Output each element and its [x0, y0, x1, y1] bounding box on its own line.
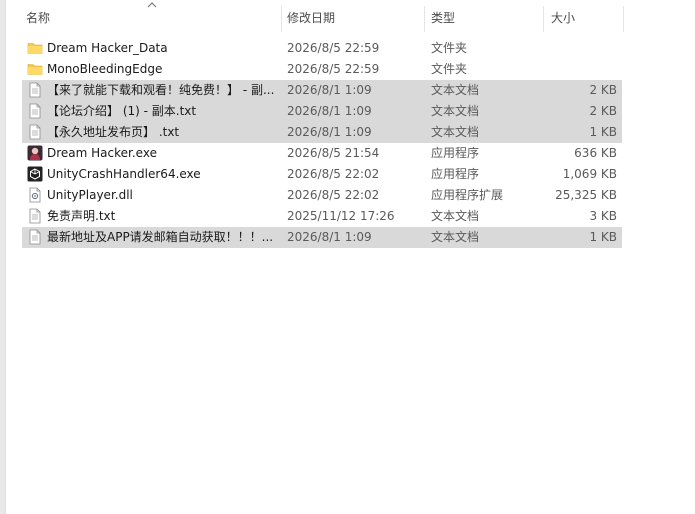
file-date: 2026/8/1 1:09: [287, 125, 372, 139]
file-row[interactable]: Dream Hacker_Data 2026/8/5 22:59 文件夹: [22, 38, 622, 59]
file-size: 3 KB: [589, 209, 617, 223]
file-row[interactable]: 【论坛介绍】 (1) - 副本.txt 2026/8/1 1:09 文本文档 2…: [22, 101, 622, 122]
file-name: 【论坛介绍】 (1) - 副本.txt: [47, 104, 197, 118]
folder-icon: [27, 40, 43, 56]
file-size: 1 KB: [589, 230, 617, 244]
file-row[interactable]: 【永久地址发布页】 .txt 2026/8/1 1:09 文本文档 1 KB: [22, 122, 622, 143]
file-size: 1 KB: [589, 125, 617, 139]
file-date: 2026/8/1 1:09: [287, 104, 372, 118]
file-date: 2026/8/5 22:59: [287, 62, 380, 76]
file-name-cell: 【论坛介绍】 (1) - 副本.txt: [26, 101, 280, 122]
file-type: 文本文档: [431, 209, 480, 223]
column-header-date[interactable]: 修改日期: [283, 6, 424, 32]
file-date: 2026/8/5 21:54: [287, 146, 380, 160]
file-name: UnityPlayer.dll: [47, 188, 133, 202]
dll-file-icon: [27, 187, 43, 203]
file-size: [544, 59, 617, 80]
unity-app-icon: [27, 166, 43, 182]
file-name: 【永久地址发布页】 .txt: [47, 125, 180, 139]
file-name-cell: Dream Hacker_Data: [26, 38, 280, 59]
column-header-name-label: 名称: [26, 11, 51, 25]
file-name-cell: 最新地址及APP请发邮箱自动获取！！！...: [26, 227, 280, 248]
column-divider[interactable]: [424, 6, 425, 32]
file-date: 2025/11/12 17:26: [287, 209, 395, 223]
file-name: MonoBleedingEdge: [47, 62, 163, 76]
column-header-size-label: 大小: [551, 11, 576, 25]
file-size: 636 KB: [574, 146, 617, 160]
column-header-type[interactable]: 类型: [427, 6, 543, 32]
column-header-size[interactable]: 大小: [547, 6, 623, 32]
game-app-icon: [27, 145, 43, 161]
file-type: 应用程序: [431, 167, 480, 181]
column-header-type-label: 类型: [431, 11, 456, 25]
file-type: 文件夹: [431, 41, 468, 55]
file-row[interactable]: MonoBleedingEdge 2026/8/5 22:59 文件夹: [22, 59, 622, 80]
file-type: 文本文档: [431, 230, 480, 244]
file-row[interactable]: UnityCrashHandler64.exe 2026/8/5 22:02 应…: [22, 164, 622, 185]
text-file-icon: [27, 103, 43, 119]
file-name-cell: UnityCrashHandler64.exe: [26, 164, 280, 185]
file-name-cell: 免责声明.txt: [26, 206, 280, 227]
file-list: Dream Hacker_Data 2026/8/5 22:59 文件夹 Mon…: [22, 38, 622, 248]
file-name: Dream Hacker.exe: [47, 146, 157, 160]
file-row[interactable]: UnityPlayer.dll 2026/8/5 22:02 应用程序扩展 25…: [22, 185, 622, 206]
folder-icon: [27, 61, 43, 77]
file-date: 2026/8/5 22:02: [287, 167, 380, 181]
file-type: 应用程序: [431, 146, 480, 160]
file-size: 25,325 KB: [555, 188, 617, 202]
file-name-cell: 【永久地址发布页】 .txt: [26, 122, 280, 143]
file-size: 2 KB: [589, 104, 617, 118]
file-date: 2026/8/1 1:09: [287, 230, 372, 244]
file-row[interactable]: 【来了就能下载和观看！纯免费！】 - 副... 2026/8/1 1:09 文本…: [22, 80, 622, 101]
text-file-icon: [27, 229, 43, 245]
file-name: 免责声明.txt: [47, 209, 116, 223]
file-name-cell: Dream Hacker.exe: [26, 143, 280, 164]
file-name: 最新地址及APP请发邮箱自动获取！！！...: [47, 230, 274, 244]
column-header-date-label: 修改日期: [287, 11, 336, 25]
column-divider[interactable]: [623, 6, 624, 32]
file-size: 2 KB: [589, 83, 617, 97]
file-date: 2026/8/5 22:59: [287, 41, 380, 55]
file-date: 2026/8/5 22:02: [287, 188, 380, 202]
file-row[interactable]: 最新地址及APP请发邮箱自动获取！！！... 2026/8/1 1:09 文本文…: [22, 227, 622, 248]
file-name-cell: 【来了就能下载和观看！纯免费！】 - 副...: [26, 80, 280, 101]
file-name-cell: UnityPlayer.dll: [26, 185, 280, 206]
file-type: 文件夹: [431, 62, 468, 76]
left-pane-edge: [0, 0, 6, 514]
text-file-icon: [27, 82, 43, 98]
file-size: [544, 38, 617, 59]
file-type: 文本文档: [431, 104, 480, 118]
file-type: 文本文档: [431, 83, 480, 97]
column-header: 名称 修改日期 类型 大小: [22, 2, 624, 32]
text-file-icon: [27, 208, 43, 224]
file-date: 2026/8/1 1:09: [287, 83, 372, 97]
column-header-name[interactable]: 名称: [22, 6, 281, 32]
file-type: 应用程序扩展: [431, 188, 504, 202]
text-file-icon: [27, 124, 43, 140]
file-type: 文本文档: [431, 125, 480, 139]
file-name: UnityCrashHandler64.exe: [47, 167, 201, 181]
column-divider[interactable]: [281, 6, 282, 32]
file-name-cell: MonoBleedingEdge: [26, 59, 280, 80]
file-size: 1,069 KB: [562, 167, 617, 181]
file-row[interactable]: Dream Hacker.exe 2026/8/5 21:54 应用程序 636…: [22, 143, 622, 164]
file-name: 【来了就能下载和观看！纯免费！】 - 副...: [47, 83, 275, 97]
file-name: Dream Hacker_Data: [47, 41, 168, 55]
column-divider[interactable]: [543, 6, 544, 32]
file-row[interactable]: 免责声明.txt 2025/11/12 17:26 文本文档 3 KB: [22, 206, 622, 227]
